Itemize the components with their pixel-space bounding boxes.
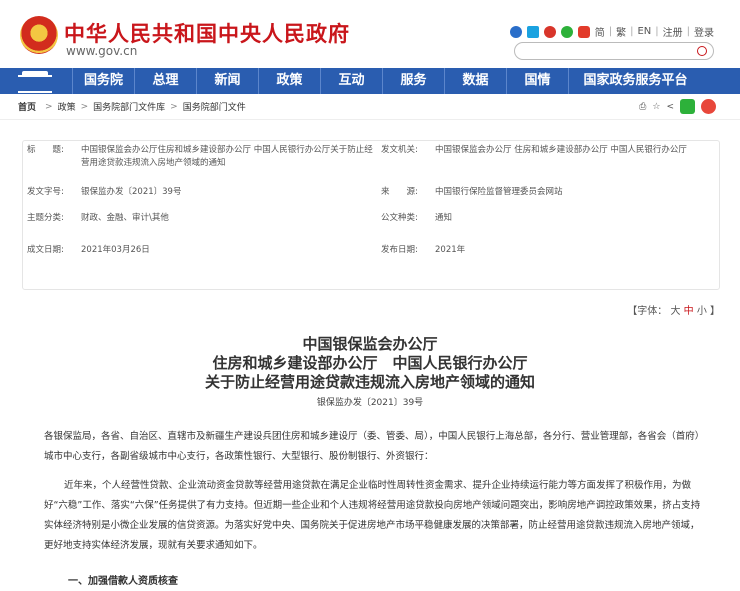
print-icon[interactable]: ⎙: [639, 102, 646, 112]
meta-genre-val: 通知: [435, 213, 453, 223]
article-recipients: 各银保监局，各省、自治区、直辖市及新疆生产建设兵团住房和城乡建设厅（委、管委、局…: [44, 431, 700, 462]
nav-item-policy[interactable]: 政策: [258, 68, 320, 94]
meta-title-val: 中国银保监会办公厅住房和城乡建设部办公厅 中国人民银行办公厅关于防止经营用途贷款…: [81, 145, 373, 168]
meta-docno-val: 银保监办发〔2021〕39号: [81, 187, 182, 197]
meta-genre-key: 公文种类:: [381, 213, 418, 223]
nav-item-data[interactable]: 数据: [444, 68, 506, 94]
meta-pub-val: 2021年: [435, 245, 466, 255]
site-header: 中华人民共和国中央人民政府 www.gov.cn 简 | 繁 | EN | 注册 | 登…: [0, 0, 740, 68]
article-title-line-2: 住房和城乡建设部办公厅 中国人民银行办公厅: [212, 354, 528, 372]
link-simplified[interactable]: 简: [595, 24, 605, 39]
meta-date-val: 2021年03月26日: [81, 245, 150, 255]
search-icon[interactable]: [697, 46, 707, 56]
link-traditional[interactable]: 繁: [616, 24, 626, 39]
meta-topic-key: 主题分类:: [27, 213, 64, 223]
main-nav: 国务院 总理 新闻 政策 互动 服务 数据 国情 国家政务服务平台: [0, 68, 740, 94]
mobile-icon[interactable]: [526, 25, 539, 38]
meta-source-key: 来 源:: [381, 187, 418, 197]
link-login[interactable]: 登录: [694, 24, 714, 39]
meta-topic-val: 财政、金融、审计\其他: [81, 213, 169, 223]
weibo-share-icon[interactable]: [701, 99, 716, 114]
search-input[interactable]: [514, 42, 714, 60]
breadcrumb-dept-library[interactable]: 国务院部门文件库: [93, 100, 165, 113]
article-section-heading: 一、加强借款人资质核查: [68, 576, 178, 587]
app-icon[interactable]: [577, 25, 590, 38]
building-icon: [0, 68, 72, 94]
mail-icon[interactable]: [509, 25, 522, 38]
nav-item-gov-service-platform[interactable]: 国家政务服务平台: [568, 68, 702, 94]
link-register[interactable]: 注册: [663, 24, 683, 39]
meta-title-key: 标 题:: [27, 145, 64, 155]
national-emblem-icon: [20, 16, 58, 54]
meta-pub-key: 发布日期:: [381, 245, 418, 255]
font-size-switcher: 【字体： 大 中 小 】: [627, 302, 720, 317]
nav-item-state-council[interactable]: 国务院: [72, 68, 134, 94]
font-size-medium[interactable]: 中: [684, 306, 694, 317]
font-size-end: 】: [710, 306, 720, 317]
article-paragraph-text: 近年来，个人经营性贷款、企业流动资金贷款等经营用途贷款在满足企业临时性周转性资金…: [44, 480, 701, 551]
wechat-icon[interactable]: [560, 25, 573, 38]
share-bar: ⎙ ☆ <: [639, 99, 716, 114]
meta-issuer-key: 发文机关:: [381, 145, 418, 155]
nav-item-national-info[interactable]: 国情: [506, 68, 568, 94]
nav-item-news[interactable]: 新闻: [196, 68, 258, 94]
share-icon[interactable]: <: [666, 102, 674, 112]
article-title-line-3: 关于防止经营用途贷款违规流入房地产领域的通知: [204, 373, 535, 391]
link-english[interactable]: EN: [637, 26, 651, 37]
document-metadata: 标 题: 中国银保监会办公厅住房和城乡建设部办公厅 中国人民银行办公厅关于防止经…: [22, 140, 720, 290]
nav-item-interaction[interactable]: 互动: [320, 68, 382, 94]
breadcrumb-policy[interactable]: 政策: [58, 100, 76, 113]
weibo-icon[interactable]: [543, 25, 556, 38]
nav-item-service[interactable]: 服务: [382, 68, 444, 94]
article-title-line-1: 中国银保监会办公厅: [302, 335, 438, 353]
article-paragraph: 近年来，个人经营性贷款、企业流动资金贷款等经营用途贷款在满足企业临时性周转性资金…: [44, 476, 704, 556]
top-links: 简 | 繁 | EN | 注册 | 登录: [509, 24, 714, 39]
font-size-label: 【字体：: [627, 306, 668, 317]
breadcrumb-home[interactable]: 首页: [18, 100, 36, 113]
article-doc-number: 银保监办发〔2021〕39号: [316, 398, 424, 408]
breadcrumb: 首页 > 政策 > 国务院部门文件库 > 国务院部门文件 ⎙ ☆ <: [0, 94, 740, 120]
wechat-share-icon[interactable]: [680, 99, 695, 114]
meta-date-key: 成文日期:: [27, 245, 64, 255]
breadcrumb-dept-files[interactable]: 国务院部门文件: [183, 100, 246, 113]
font-size-large[interactable]: 大: [670, 306, 680, 317]
meta-issuer-val: 中国银保监会办公厅 住房和城乡建设部办公厅 中国人民银行办公厅: [435, 145, 687, 155]
meta-docno-key: 发文字号:: [27, 187, 64, 197]
nav-item-premier[interactable]: 总理: [134, 68, 196, 94]
site-url[interactable]: www.gov.cn: [66, 44, 137, 58]
font-size-small[interactable]: 小: [697, 306, 707, 317]
star-icon[interactable]: ☆: [652, 102, 660, 112]
meta-source-val: 中国银行保险监督管理委员会网站: [435, 187, 563, 197]
